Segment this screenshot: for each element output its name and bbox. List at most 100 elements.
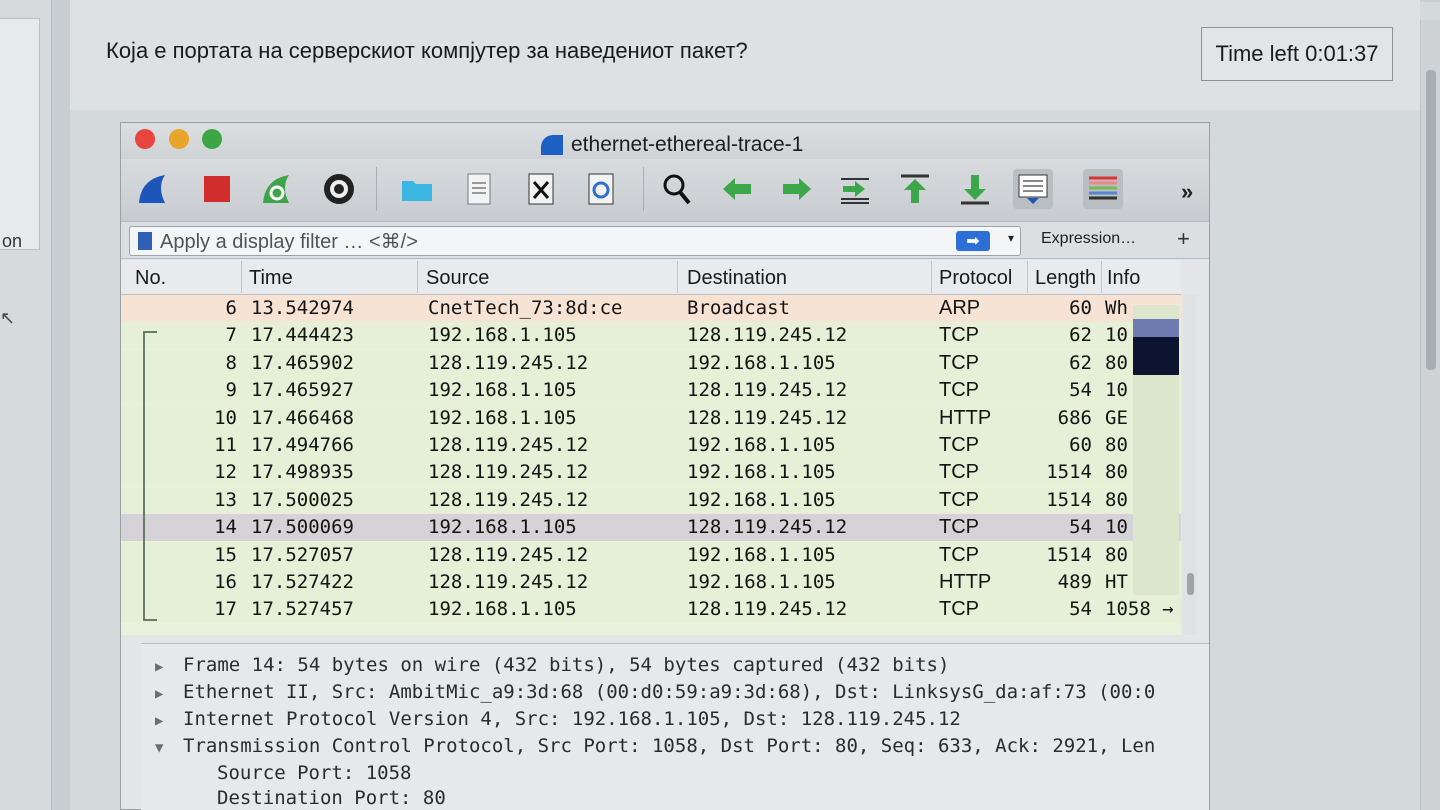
- packet-row[interactable]: 6 13.542974 CnetTech_73:8d:ce Broadcast ARP 6…: [121, 295, 1181, 322]
- frame-detail-row[interactable]: ▶ Frame 14: 54 bytes on wire (432 bits), …: [155, 654, 949, 676]
- column-separator[interactable]: [1101, 261, 1102, 293]
- shark-fin-icon[interactable]: [133, 169, 173, 209]
- packet-no-cell: 16: [214, 571, 237, 593]
- packet-time-cell: 17.466468: [251, 406, 354, 429]
- display-filter-input[interactable]: Apply a display filter … <⌘/> ➡ ▾: [129, 226, 1021, 256]
- file-icon[interactable]: [459, 169, 499, 209]
- packet-protocol-cell: TCP: [939, 461, 979, 484]
- packet-destination-cell: Broadcast: [687, 297, 790, 319]
- packet-row[interactable]: 15 17.527057 128.119.245.12 192.168.1.105 TC…: [121, 541, 1181, 569]
- collapse-arrow-icon[interactable]: ▼: [155, 740, 183, 756]
- page-scrollbar-thumb[interactable]: [1426, 70, 1436, 370]
- packet-protocol-cell: TCP: [939, 379, 979, 402]
- expand-arrow-icon[interactable]: ▶: [155, 659, 183, 675]
- packet-row[interactable]: 13 17.500025 128.119.245.12 192.168.1.105 TC…: [121, 486, 1181, 514]
- quiz-nav-card[interactable]: on: [0, 18, 40, 251]
- packet-row[interactable]: 16 17.527422 128.119.245.12 192.168.1.105 HT…: [121, 569, 1181, 596]
- packet-destination-cell: 128.119.245.12: [687, 406, 848, 429]
- packet-row[interactable]: 7 17.444423 192.168.1.105 128.119.245.12 TCP…: [121, 322, 1181, 350]
- expand-arrow-icon[interactable]: ▶: [155, 713, 183, 729]
- packet-destination-cell: 128.119.245.12: [687, 598, 848, 621]
- back-icon[interactable]: [717, 169, 757, 209]
- toolbar-separator: [376, 167, 377, 211]
- bookmark-icon[interactable]: [138, 232, 152, 250]
- column-separator[interactable]: [931, 261, 932, 293]
- open-folder-icon[interactable]: [397, 169, 437, 209]
- packet-source-cell: 192.168.1.105: [428, 406, 577, 429]
- close-window-button[interactable]: [135, 129, 155, 149]
- first-packet-icon[interactable]: [895, 169, 935, 209]
- packet-source-cell: 128.119.245.12: [428, 461, 589, 484]
- packet-list-scrollbar-thumb[interactable]: [1187, 573, 1194, 595]
- packet-length-cell: 60: [1069, 434, 1092, 456]
- column-time[interactable]: Time: [249, 267, 293, 290]
- quiz-nav-label: on: [2, 231, 23, 251]
- conversation-bracket: [143, 331, 157, 621]
- forward-icon[interactable]: [777, 169, 817, 209]
- minimap-marker: [1133, 319, 1179, 337]
- column-destination[interactable]: Destination: [687, 267, 787, 290]
- display-filter-bar: Apply a display filter … <⌘/> ➡ ▾ Expres…: [121, 221, 1209, 259]
- packet-no-cell: 11: [214, 434, 237, 456]
- expand-arrow-icon[interactable]: ▶: [155, 686, 183, 702]
- ip-detail-row[interactable]: ▶ Internet Protocol Version 4, Src: 192.1…: [155, 708, 961, 730]
- column-length[interactable]: Length: [1035, 267, 1101, 290]
- packet-protocol-cell: TCP: [939, 324, 979, 347]
- packet-time-cell: 17.498935: [251, 461, 354, 484]
- column-no[interactable]: No.: [135, 267, 166, 290]
- autoscroll-icon[interactable]: [1013, 169, 1053, 209]
- column-info[interactable]: Info: [1107, 267, 1140, 290]
- quiz-navigation-pane: on ↖: [0, 0, 52, 810]
- source-port-field[interactable]: Source Port: 1058: [217, 762, 411, 784]
- restart-icon[interactable]: [257, 169, 297, 209]
- toolbar-overflow-button[interactable]: »: [1181, 179, 1193, 205]
- expression-button[interactable]: Expression…: [1041, 230, 1136, 248]
- close-file-icon[interactable]: [521, 169, 561, 209]
- ethernet-detail-row[interactable]: ▶ Ethernet II, Src: AmbitMic_a9:3d:68 (00…: [155, 681, 1155, 703]
- zoom-window-button[interactable]: [202, 129, 222, 149]
- find-icon[interactable]: [657, 169, 697, 209]
- colorize-icon[interactable]: [1083, 169, 1123, 209]
- go-to-packet-icon[interactable]: [835, 169, 875, 209]
- packet-row[interactable]: 12 17.498935 128.119.245.12 192.168.1.105 TC…: [121, 459, 1181, 487]
- packet-row[interactable]: 9 17.465927 192.168.1.105 128.119.245.12 TCP…: [121, 377, 1181, 405]
- minimize-window-button[interactable]: [169, 129, 189, 149]
- packet-list-header: No. Time Source Destination Protocol Len…: [121, 259, 1181, 295]
- column-source[interactable]: Source: [426, 267, 489, 290]
- options-gear-icon[interactable]: [319, 169, 359, 209]
- packet-length-cell: 60: [1069, 297, 1092, 319]
- last-packet-icon[interactable]: [955, 169, 995, 209]
- add-filter-button[interactable]: +: [1177, 226, 1190, 252]
- packet-length-cell: 54: [1069, 379, 1092, 402]
- column-separator[interactable]: [417, 261, 418, 293]
- column-separator[interactable]: [677, 261, 678, 293]
- apply-filter-arrow-icon[interactable]: ➡: [956, 231, 990, 251]
- column-protocol[interactable]: Protocol: [939, 267, 1012, 290]
- packet-length-cell: 54: [1069, 598, 1092, 621]
- filter-history-dropdown[interactable]: ▾: [1008, 231, 1014, 245]
- packet-row[interactable]: 11 17.494766 128.119.245.12 192.168.1.105 TC…: [121, 432, 1181, 459]
- packet-row[interactable]: 10 17.466468 192.168.1.105 128.119.245.12 HT…: [121, 404, 1181, 432]
- reload-icon[interactable]: [581, 169, 621, 209]
- packet-destination-cell: 192.168.1.105: [687, 434, 836, 456]
- packet-no-cell: 9: [225, 379, 237, 402]
- destination-port-field[interactable]: Destination Port: 80: [217, 787, 446, 809]
- tcp-detail-row[interactable]: ▼ Transmission Control Protocol, Src Port…: [155, 735, 1155, 757]
- packet-row[interactable]: 8 17.465902 128.119.245.12 192.168.1.105 TCP…: [121, 349, 1181, 377]
- column-separator[interactable]: [1027, 261, 1028, 293]
- packet-time-cell: 17.500025: [251, 488, 354, 511]
- packet-destination-cell: 192.168.1.105: [687, 571, 836, 593]
- packet-row[interactable]: 17 17.527457 192.168.1.105 128.119.245.12 TC…: [121, 596, 1181, 624]
- packet-source-cell: 128.119.245.12: [428, 434, 589, 456]
- packet-destination-cell: 192.168.1.105: [687, 488, 836, 511]
- main-toolbar: »: [121, 159, 1209, 221]
- packet-length-cell: 1514: [1046, 543, 1092, 566]
- stop-icon[interactable]: [197, 169, 237, 209]
- packet-no-cell: 14: [214, 516, 237, 539]
- column-separator[interactable]: [241, 261, 242, 293]
- packet-protocol-cell: HTTP: [939, 406, 992, 429]
- frame-detail-text: Frame 14: 54 bytes on wire (432 bits), 5…: [183, 654, 950, 676]
- toolbar-separator: [643, 167, 644, 211]
- time-left-badge: Time left 0:01:37: [1201, 27, 1393, 81]
- packet-row[interactable]: 14 17.500069 192.168.1.105 128.119.245.12 TC…: [121, 514, 1181, 542]
